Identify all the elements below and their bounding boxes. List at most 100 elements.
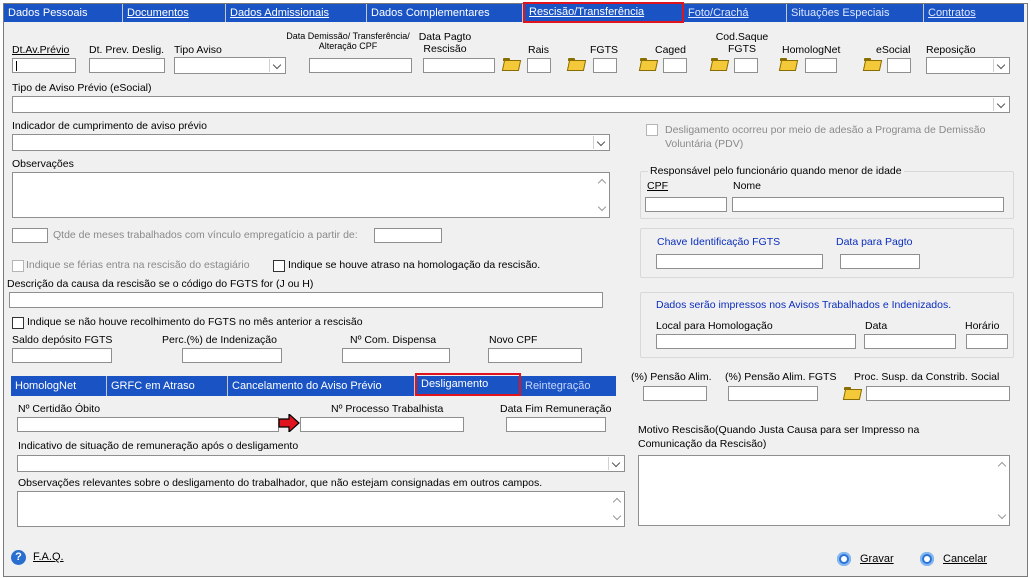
data-demissao-label: Data Demissão/ Transferência/ Alteração … [286, 31, 410, 51]
subtab-reintegracao[interactable]: Reintegração [521, 376, 616, 396]
cod-saque-folder-icon[interactable] [711, 58, 727, 70]
red-arrow-icon [278, 414, 300, 432]
ferias-estagiario-label: Indique se férias entra na rescisão do e… [26, 259, 250, 271]
saldo-fgts-label: Saldo depósito FGTS [12, 334, 113, 346]
subtab-desligamento[interactable]: Desligamento [415, 373, 521, 396]
responsavel-nome-input[interactable] [732, 197, 1004, 212]
rais-folder-icon[interactable] [503, 58, 519, 70]
atraso-homologacao-label: Indique se houve atraso na homologação d… [288, 259, 541, 271]
chevron-down-icon [593, 136, 608, 149]
tab-dados-complementares[interactable]: Dados Complementares [367, 4, 523, 22]
tab-rescisao-transferencia[interactable]: Rescisão/Transferência [523, 2, 684, 23]
dt-av-previo-input[interactable] [12, 58, 76, 73]
dt-prev-deslig-input[interactable] [89, 58, 165, 73]
certidao-obito-input[interactable] [17, 417, 279, 432]
nao-recolhimento-checkbox[interactable] [12, 317, 24, 329]
tab-dados-pessoais[interactable]: Dados Pessoais [4, 4, 123, 22]
indicador-cumprimento-label: Indicador de cumprimento de aviso prévio [12, 120, 207, 132]
n-com-dispensa-input[interactable] [342, 348, 450, 363]
proc-susp-folder-icon[interactable] [844, 387, 860, 399]
esocial-input[interactable] [887, 58, 911, 73]
proc-susp-label: Proc. Susp. da Constrib. Social [854, 371, 1000, 383]
homolognet-input[interactable] [805, 58, 837, 73]
proc-susp-input[interactable] [866, 386, 1010, 401]
responsavel-cpf-input[interactable] [645, 197, 727, 212]
tab-documentos[interactable]: Documentos [123, 4, 226, 22]
tipo-aviso-label: Tipo Aviso [174, 44, 222, 56]
qtde-meses-data-input[interactable] [374, 228, 442, 243]
homolognet-folder-icon[interactable] [780, 58, 796, 70]
cod-saque-input[interactable] [734, 58, 758, 73]
ferias-estagiario-checkbox[interactable] [12, 260, 24, 272]
pensao-alim-input[interactable] [643, 386, 707, 401]
pdv-label: Desligamento ocorreu por meio de adesão … [665, 124, 986, 150]
descricao-causa-label: Descrição da causa da rescisão se o códi… [7, 278, 314, 290]
indicador-cumprimento-select[interactable] [12, 134, 610, 151]
tab-foto-cracha[interactable]: Foto/Crachá [684, 4, 787, 22]
chevron-down-icon [993, 59, 1008, 72]
tab-dados-admissionais[interactable]: Dados Admissionais [226, 4, 367, 22]
qtde-meses-label: Qtde de meses trabalhados com vínculo em… [53, 229, 358, 241]
subtab-homolognet[interactable]: HomologNet [11, 376, 107, 396]
obs-relevantes-textarea[interactable] [17, 491, 625, 527]
reposicao-select[interactable] [926, 57, 1010, 74]
data-fim-remuneracao-input[interactable] [506, 417, 606, 432]
avisos-horario-label: Horário [965, 320, 1000, 332]
data-pagto-rescisao-label: Data Pagto Rescisão [418, 31, 472, 55]
chave-fgts-label: Chave Identificação FGTS [657, 236, 781, 248]
help-icon[interactable]: ? [11, 550, 26, 565]
subtab-cancelamento-aviso[interactable]: Cancelamento do Aviso Prévio [228, 376, 415, 396]
sub-tab-bar: HomologNet GRFC em Atraso Cancelamento d… [11, 373, 616, 396]
tab-contratos-label: Contratos [928, 7, 976, 19]
tab-situacoes-especiais[interactable]: Situações Especiais [787, 4, 924, 22]
local-homologacao-input[interactable] [656, 334, 856, 349]
reposicao-label: Reposição [926, 44, 976, 56]
tab-contratos[interactable]: Contratos [924, 4, 1024, 22]
n-com-dispensa-label: Nº Com. Dispensa [350, 334, 437, 346]
data-pagto-rescisao-input[interactable] [423, 58, 495, 73]
processo-trabalhista-input[interactable] [300, 417, 464, 432]
scrollbar[interactable] [610, 492, 624, 526]
caged-input[interactable] [663, 58, 687, 73]
caged-folder-icon[interactable] [640, 58, 656, 70]
dt-prev-deslig-label: Dt. Prev. Deslig. [89, 44, 165, 56]
tipo-aviso-select[interactable] [174, 57, 286, 74]
chave-fgts-input[interactable] [656, 254, 823, 269]
rais-input[interactable] [527, 58, 551, 73]
faq-label: F.A.Q. [33, 551, 64, 563]
gravar-label: Gravar [860, 553, 894, 565]
novo-cpf-input[interactable] [488, 348, 582, 363]
fgts-input[interactable] [593, 58, 617, 73]
perc-indenizacao-input[interactable] [182, 348, 282, 363]
motivo-rescisao-textarea[interactable] [638, 455, 1010, 526]
pdv-checkbox[interactable] [646, 124, 658, 136]
subtab-grfc-atraso[interactable]: GRFC em Atraso [107, 376, 228, 396]
scrollbar[interactable] [595, 173, 609, 217]
gravar-button[interactable]: Gravar [860, 553, 894, 565]
fgts-folder-icon[interactable] [568, 58, 584, 70]
faq-link[interactable]: F.A.Q. [33, 551, 64, 563]
saldo-fgts-input[interactable] [12, 348, 112, 363]
atraso-homologacao-checkbox[interactable] [273, 260, 285, 272]
cancelar-button[interactable]: Cancelar [943, 553, 987, 565]
avisos-data-input[interactable] [864, 334, 956, 349]
cod-saque-fgts-label: Cod.Saque FGTS [715, 31, 769, 55]
observacoes-textarea[interactable] [12, 172, 610, 218]
pensao-alim-fgts-label: (%) Pensão Alim. FGTS [725, 371, 837, 383]
data-demissao-input[interactable] [309, 58, 412, 73]
indicativo-select[interactable] [17, 455, 625, 472]
pensao-alim-fgts-input[interactable] [728, 386, 818, 401]
chevron-down-icon [993, 98, 1008, 111]
scrollbar[interactable] [995, 456, 1009, 525]
responsavel-cpf-label: CPF [647, 180, 668, 192]
tab-rescisao-label: Rescisão/Transferência [529, 6, 645, 18]
rais-label: Rais [528, 44, 550, 56]
descricao-causa-input[interactable] [9, 292, 603, 308]
tipo-aviso-esocial-select[interactable] [12, 96, 1010, 113]
qtde-meses-input[interactable] [12, 228, 48, 243]
nao-recolhimento-label: Indique se não houve recolhimento do FGT… [27, 316, 363, 328]
caged-label: Caged [655, 44, 686, 56]
avisos-horario-input[interactable] [966, 334, 1008, 349]
data-pagto-input[interactable] [840, 254, 920, 269]
esocial-folder-icon[interactable] [864, 58, 880, 70]
